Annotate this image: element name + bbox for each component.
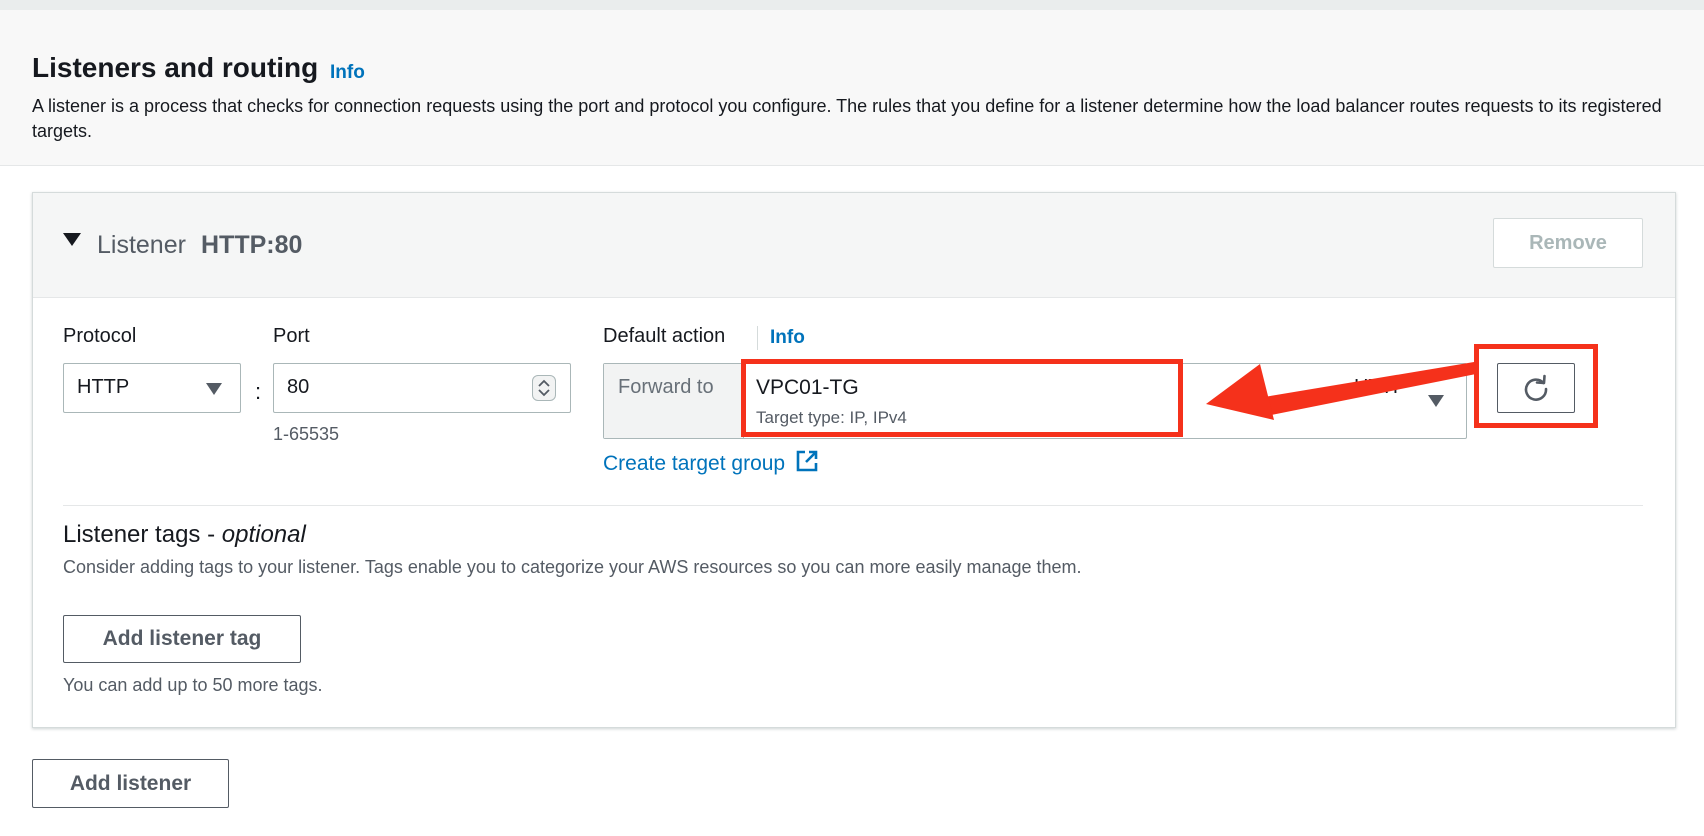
add-listener-button[interactable]: Add listener [32,759,229,808]
dropdown-arrow-icon [1428,395,1444,407]
section-divider [63,505,1643,506]
protocol-port-separator: : [255,379,262,404]
default-action-info-link[interactable]: Info [770,327,805,349]
external-link-icon [796,450,818,472]
refresh-button[interactable] [1497,363,1575,413]
default-action-label: Default action [603,325,726,347]
add-listener-tag-button[interactable]: Add listener tag [63,615,301,663]
create-target-group-label: Create target group [603,452,786,475]
protocol-label: Protocol [63,325,137,347]
label-divider [757,326,758,350]
listener-heading-id: HTTP:80 [201,231,303,259]
section-description: A listener is a process that checks for … [32,96,1662,141]
remove-button[interactable]: Remove [1493,218,1643,268]
listener-tags-title: Listener tags - optional [63,521,306,549]
target-group-protocol: HTTP [1354,376,1407,398]
protocol-select[interactable]: HTTP [63,363,241,413]
dropdown-arrow-icon [206,383,222,395]
create-target-group-link[interactable]: Create target group [603,449,819,476]
refresh-icon [1524,374,1548,401]
caret-down-icon[interactable] [63,233,81,246]
forward-to-label: Forward to [618,376,714,398]
listener-card: Listener HTTP:80 Remove Protocol HTTP : … [32,192,1676,728]
protocol-value: HTTP [77,376,130,398]
forward-to-addon: Forward to [604,364,744,438]
section-header: Listeners and routing Info A listener is… [0,10,1704,166]
port-label: Port [273,325,310,347]
listener-card-header: Listener HTTP:80 Remove [33,193,1675,298]
target-group-name: VPC01-TG [756,376,859,399]
page: Listeners and routing Info A listener is… [0,0,1704,836]
port-input[interactable]: 80 [273,363,571,413]
stepper-icon[interactable] [532,375,556,401]
forward-to-select[interactable]: Forward to VPC01-TG Target type: IP, IPv… [603,363,1467,439]
tags-limit-text: You can add up to 50 more tags. [63,675,323,695]
section-title: Listeners and routing [32,52,319,83]
listener-tags-title-text: Listener tags - [63,521,222,548]
port-range-hint: 1-65535 [273,424,340,444]
listener-tags-optional: optional [221,521,306,548]
target-group-type: Target type: IP, IPv4 [756,408,907,427]
section-info-link[interactable]: Info [330,62,365,84]
listener-heading-label: Listener [97,231,186,259]
listener-tags-description: Consider adding tags to your listener. T… [63,557,1082,577]
port-value: 80 [287,376,310,398]
